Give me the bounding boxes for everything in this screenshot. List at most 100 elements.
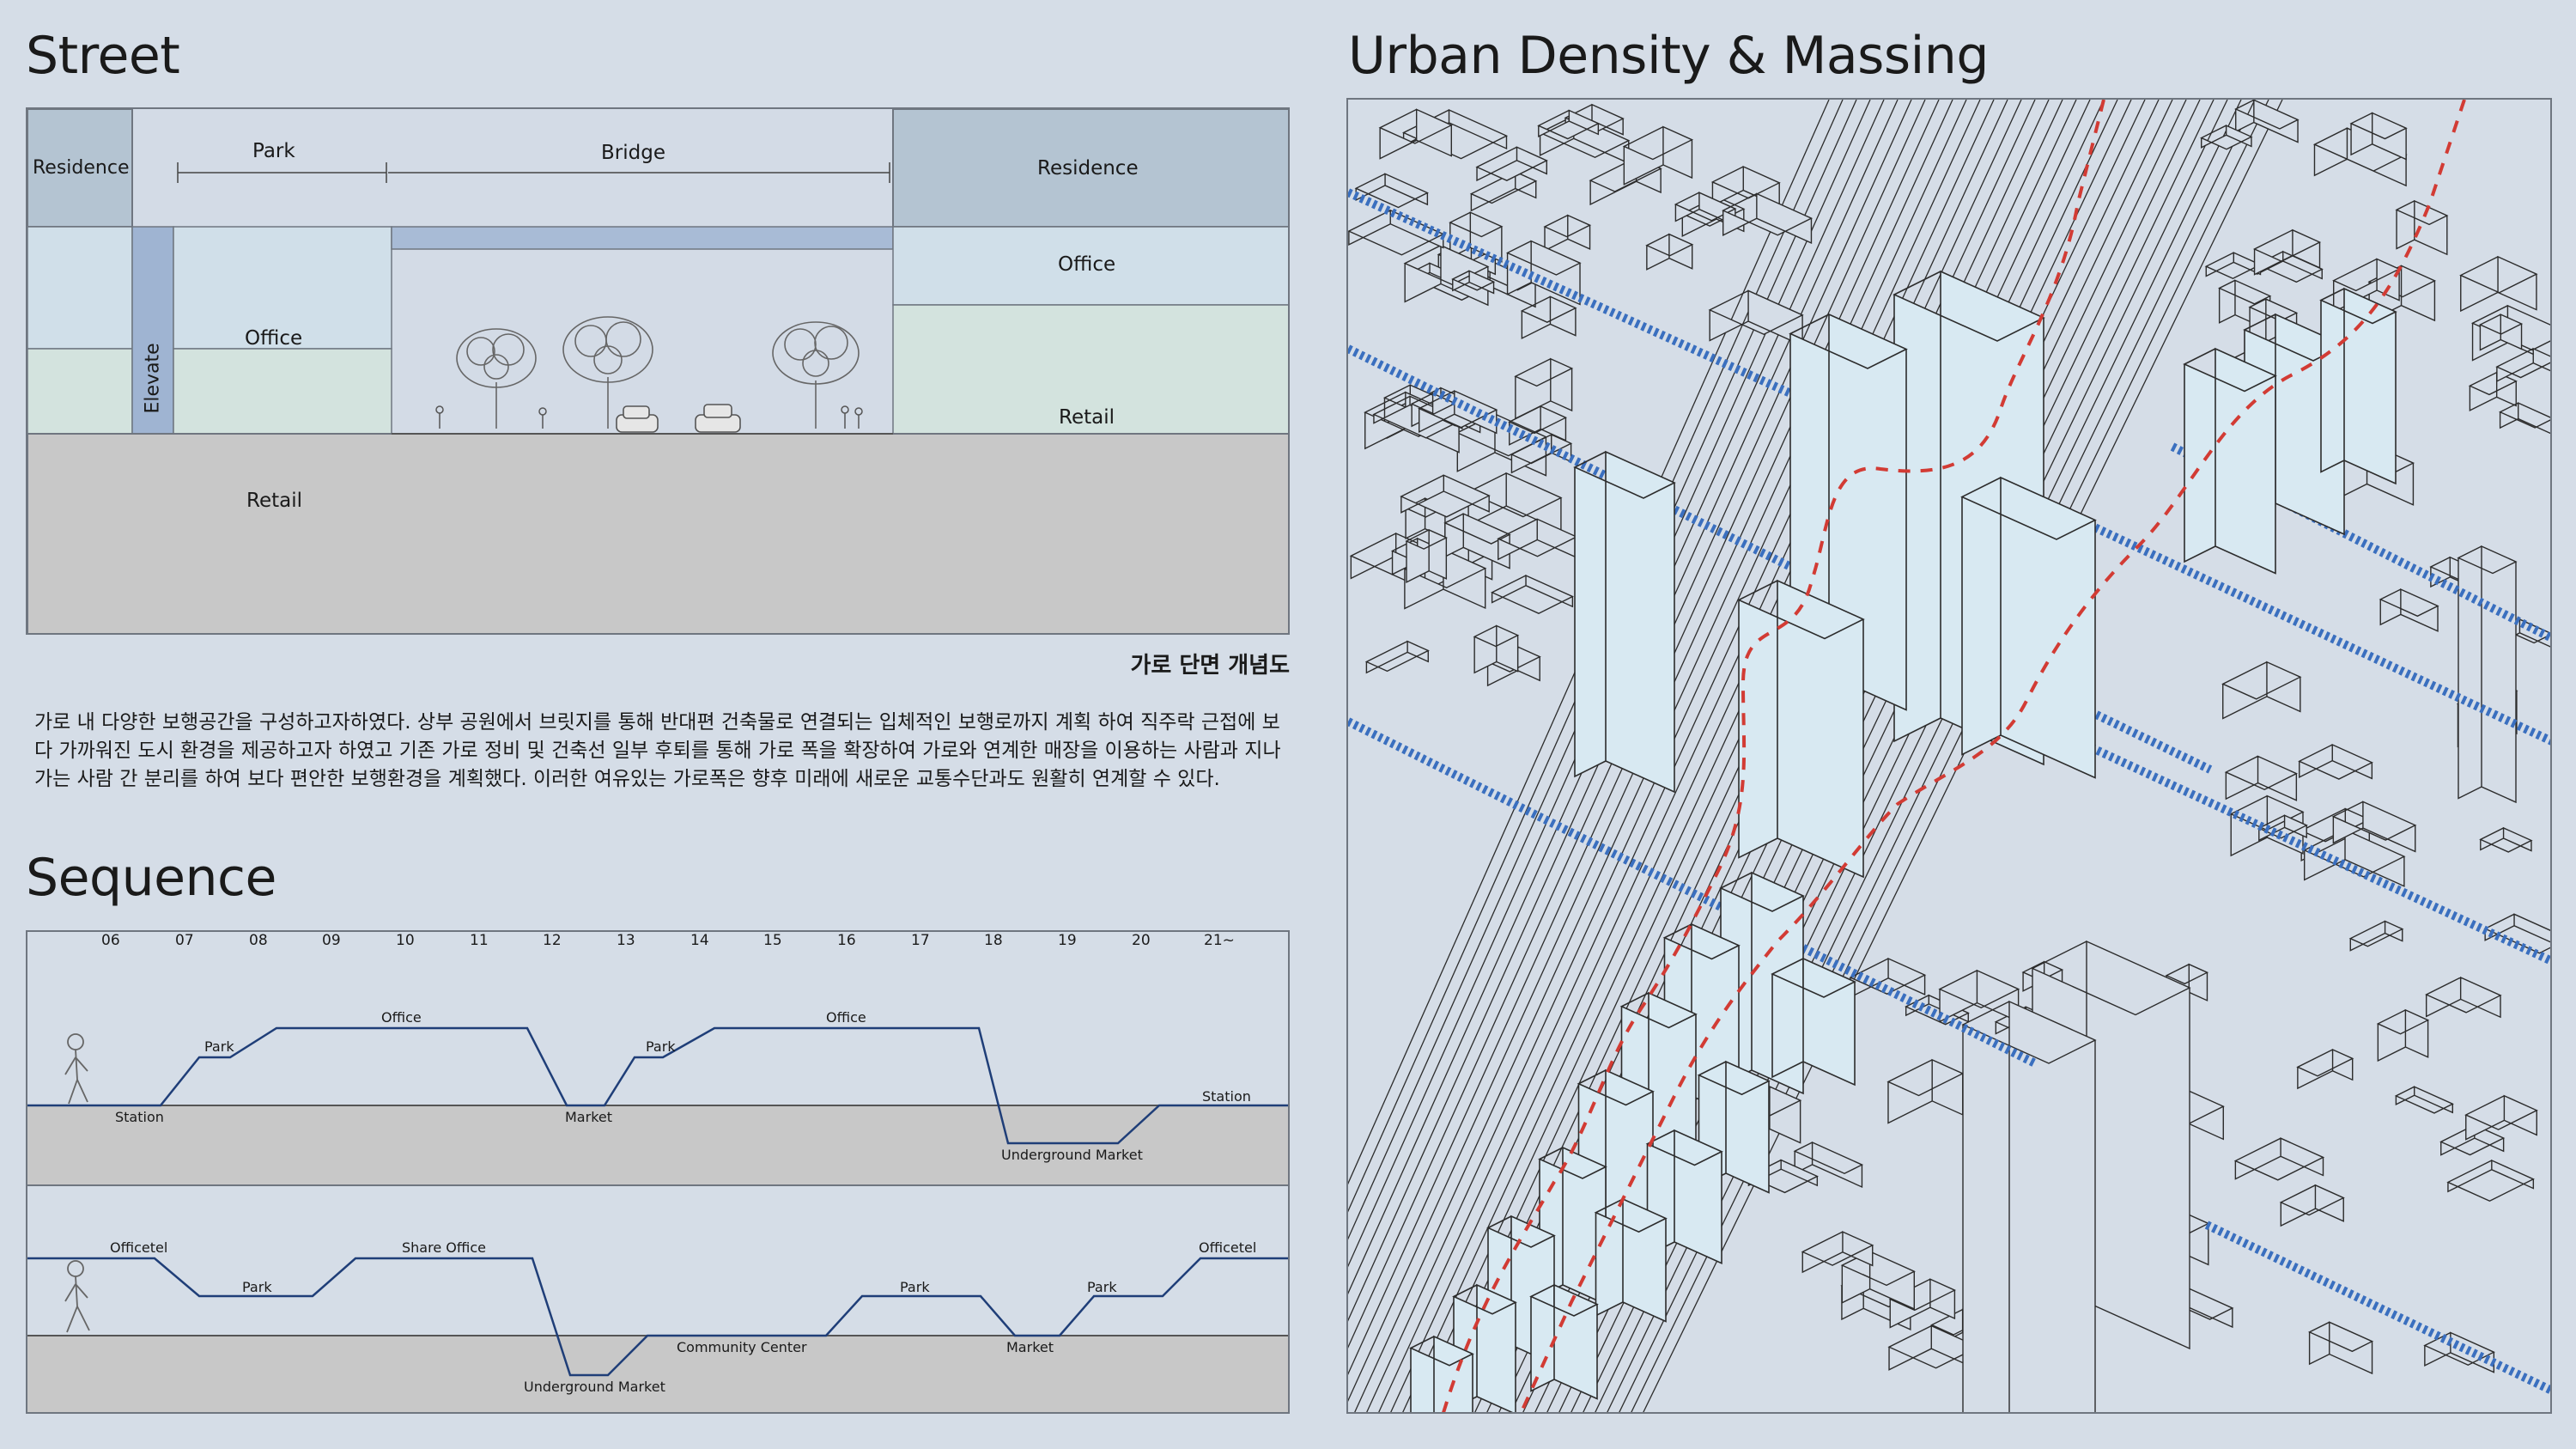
hour-label: 06 bbox=[101, 932, 120, 949]
context-building bbox=[2307, 1321, 2374, 1375]
hour-label: 07 bbox=[175, 932, 194, 949]
proposed-tower bbox=[1737, 579, 1865, 879]
hour-label: 20 bbox=[1132, 932, 1151, 949]
bridge-deck bbox=[391, 226, 894, 250]
proposed-tower bbox=[1594, 1197, 1668, 1323]
label-retail-right: Retail bbox=[1059, 406, 1115, 429]
context-building bbox=[2464, 1094, 2538, 1141]
seq2-label: Community Center bbox=[677, 1339, 807, 1355]
context-building bbox=[2233, 1137, 2325, 1181]
context-building bbox=[2495, 347, 2550, 382]
hour-label: 13 bbox=[617, 932, 635, 949]
context-building bbox=[2348, 920, 2404, 952]
retail-park-block bbox=[173, 348, 392, 435]
hour-label: 17 bbox=[911, 932, 930, 949]
context-building bbox=[2376, 1008, 2430, 1062]
seq2-label: Officetel bbox=[1199, 1239, 1257, 1256]
seq2-label: Park bbox=[900, 1279, 930, 1295]
context-building bbox=[1801, 1231, 1874, 1274]
seq2-label: Underground Market bbox=[524, 1379, 665, 1395]
sequence-ground-2 bbox=[27, 1336, 1288, 1412]
seq1-label: Underground Market bbox=[1001, 1147, 1143, 1163]
seq2-label: Park bbox=[242, 1279, 272, 1295]
context-building bbox=[1378, 108, 1453, 160]
seq2-label: Share Office bbox=[402, 1239, 486, 1256]
context-building bbox=[2468, 371, 2518, 412]
seq1-label: Station bbox=[1202, 1088, 1251, 1105]
context-building bbox=[2498, 402, 2550, 435]
context-building bbox=[2279, 1184, 2345, 1227]
label-office-left: Office bbox=[245, 327, 303, 350]
context-building bbox=[2425, 976, 2502, 1019]
context-building bbox=[2479, 826, 2533, 853]
street-section-svg bbox=[27, 109, 1288, 633]
context-building bbox=[2221, 661, 2302, 720]
label-park: Park bbox=[252, 140, 295, 162]
context-building bbox=[2379, 588, 2439, 632]
tall-context-tower bbox=[2457, 545, 2518, 804]
label-residence-left: Residence bbox=[33, 157, 130, 179]
proposed-tower bbox=[1960, 476, 2097, 779]
office-left-block bbox=[27, 226, 133, 350]
bridge-dimension-line bbox=[388, 162, 890, 183]
context-building bbox=[2224, 755, 2298, 801]
seq1-label: Office bbox=[381, 1009, 422, 1026]
seq2-label: Officetel bbox=[110, 1239, 168, 1256]
seq2-label: Park bbox=[1087, 1279, 1117, 1295]
context-building bbox=[2459, 255, 2538, 313]
massing-axonometric bbox=[1346, 98, 2552, 1414]
proposed-tower bbox=[2319, 287, 2397, 485]
hour-label: 18 bbox=[984, 932, 1003, 949]
car-icon bbox=[616, 405, 659, 433]
street-caption: 가로 단면 개념도 bbox=[1130, 653, 1290, 679]
context-building bbox=[1886, 1058, 1965, 1124]
proposed-tower bbox=[1573, 450, 1676, 794]
label-office-right: Office bbox=[1058, 253, 1116, 276]
sequence-ground-1 bbox=[27, 1105, 1288, 1185]
hour-label: 11 bbox=[470, 932, 489, 949]
context-building bbox=[2296, 1048, 2354, 1090]
street-description: 가로 내 다양한 보행공간을 구성하고자하였다. 상부 공원에서 브릿지를 통해… bbox=[34, 711, 1281, 790]
hour-label: 12 bbox=[543, 932, 562, 949]
sequence-diagram: 06 07 08 09 10 11 12 13 14 15 16 17 18 1… bbox=[26, 930, 1290, 1414]
context-building bbox=[2298, 743, 2373, 780]
massing-svg bbox=[1348, 100, 2550, 1412]
hour-label: 15 bbox=[763, 932, 782, 949]
context-building bbox=[1645, 233, 1694, 271]
hour-label: 16 bbox=[837, 932, 856, 949]
sequence-svg bbox=[27, 1026, 1288, 1412]
sequence-title: Sequence bbox=[26, 848, 276, 908]
ground-slab bbox=[27, 433, 1288, 633]
seq2-label: Market bbox=[1006, 1339, 1054, 1355]
retail-left-block bbox=[27, 348, 133, 435]
street-title: Street bbox=[26, 26, 180, 86]
label-bridge: Bridge bbox=[601, 142, 665, 164]
massing-title: Urban Density & Massing bbox=[1348, 26, 1989, 86]
context-building bbox=[1475, 146, 1548, 182]
hour-label: 09 bbox=[322, 932, 341, 949]
car-icon bbox=[695, 404, 741, 433]
hour-axis: 06 07 08 09 10 11 12 13 14 15 16 17 18 1… bbox=[27, 932, 1288, 958]
seq1-label: Park bbox=[204, 1038, 234, 1055]
proposed-tower bbox=[2183, 347, 2277, 575]
context-building bbox=[1364, 640, 1430, 674]
tree-icon bbox=[456, 328, 537, 429]
label-retail-left: Retail bbox=[246, 490, 302, 512]
seq1-label: Office bbox=[826, 1009, 866, 1026]
context-building bbox=[2394, 1086, 2454, 1114]
context-building bbox=[1938, 969, 2020, 1023]
tall-context-tower bbox=[1961, 1000, 2097, 1412]
hour-label: 19 bbox=[1058, 932, 1077, 949]
context-building bbox=[1543, 214, 1592, 252]
context-building bbox=[2204, 252, 2263, 279]
seq1-label: Market bbox=[565, 1109, 612, 1125]
label-residence-right: Residence bbox=[1037, 157, 1139, 180]
context-building bbox=[2395, 199, 2449, 256]
proposed-tower bbox=[1529, 1283, 1599, 1400]
walking-person-icon bbox=[64, 1033, 88, 1105]
street-section-diagram: Residence Park Bridge Residence Office O… bbox=[26, 107, 1290, 635]
hour-label: 08 bbox=[249, 932, 268, 949]
park-dimension-line bbox=[177, 162, 387, 183]
hour-label: 14 bbox=[690, 932, 709, 949]
seq1-label: Station bbox=[115, 1109, 164, 1125]
